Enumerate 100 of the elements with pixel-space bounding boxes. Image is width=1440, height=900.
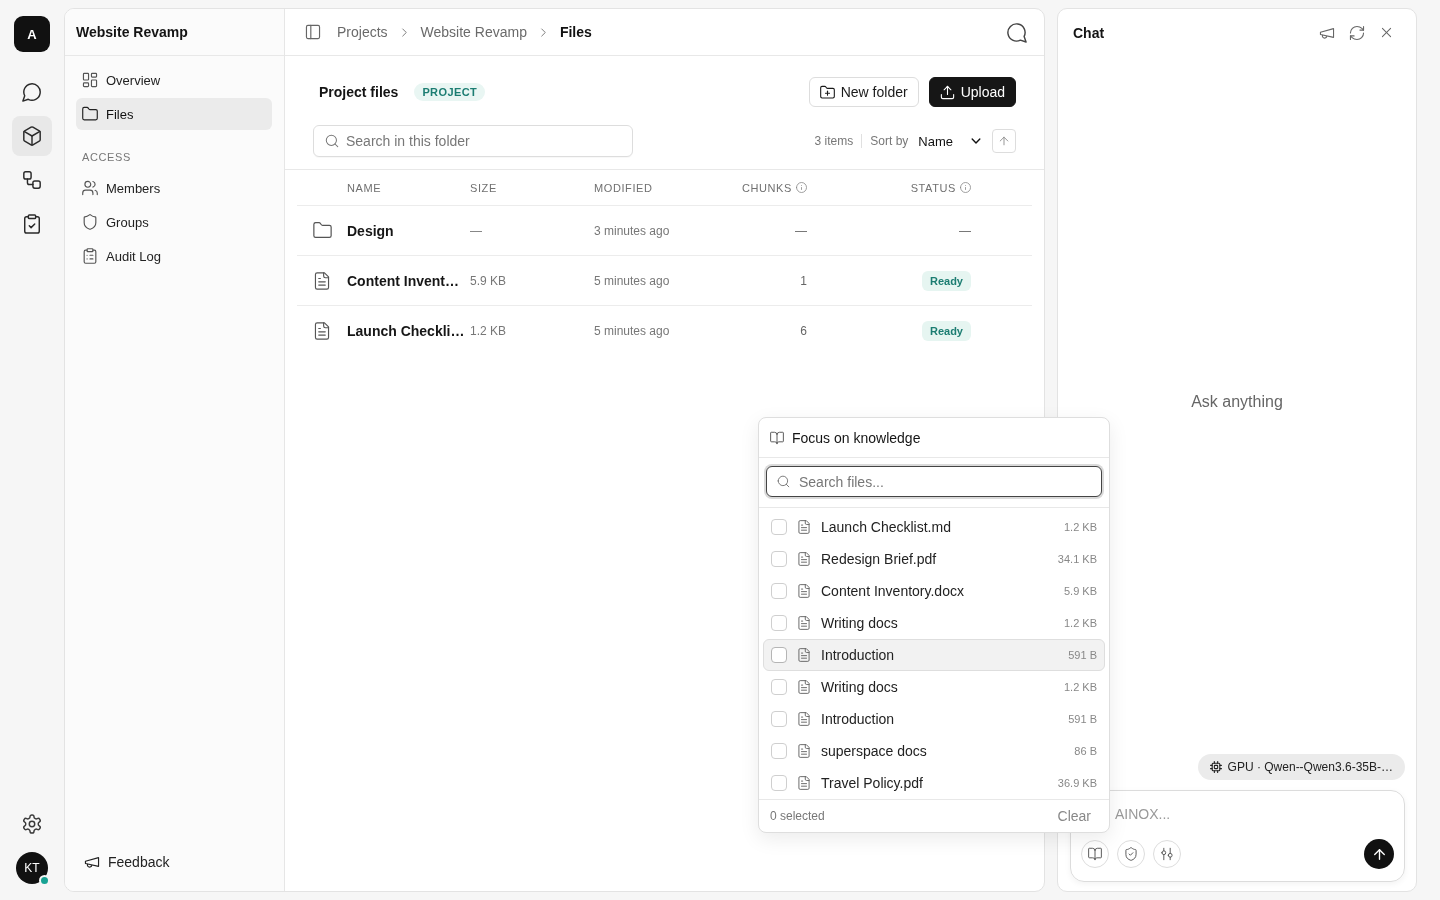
breadcrumb-item[interactable]: Projects [337,24,388,40]
file-icon [797,616,811,630]
file-size: 5.9 KB [1063,585,1097,597]
checkbox[interactable] [771,679,787,695]
checkbox[interactable] [771,711,787,727]
chunk-count: 6 [800,323,807,338]
workflow-icon [22,170,42,190]
file-option[interactable]: Introduction 591 B [763,639,1105,671]
book-icon [770,430,784,445]
sidebar-item[interactable]: Members [76,172,272,204]
sidebar-item[interactable]: Files [76,98,272,130]
file-name: Writing docs [821,615,898,631]
users-icon [82,180,98,196]
app-logo[interactable]: A [14,16,50,52]
sidebar-item[interactable]: Audit Log [76,240,272,272]
checkbox[interactable] [771,647,787,663]
file-search-field[interactable]: Search files... [766,466,1102,497]
checkbox[interactable] [771,615,787,631]
file-icon [797,744,811,758]
checkbox[interactable] [771,743,787,759]
composer-tool-button[interactable] [1153,840,1181,868]
book-icon [1088,847,1102,861]
file-icon [313,321,331,340]
composer-tool-button[interactable] [1081,840,1109,868]
folder-plus-icon [819,84,835,100]
message-input[interactable]: AINOX... [1115,803,1394,825]
modified-time: 5 minutes ago [594,323,670,338]
clear-button[interactable]: Clear [1057,808,1091,824]
file-size: 1.2 KB [1063,681,1097,693]
file-option[interactable]: Travel Policy.pdf 36.9 KB [763,767,1105,799]
search-icon [325,134,339,148]
status-text: — [959,223,971,238]
new-folder-button[interactable]: New folder [808,77,919,107]
chat-title: Chat [1073,24,1105,41]
file-option[interactable]: Writing docs 1.2 KB [763,671,1105,703]
sidebar-item[interactable]: Overview [76,64,272,96]
grid-icon [82,72,98,88]
close-icon[interactable] [1379,25,1394,40]
folder-icon [312,221,332,240]
arrow-up-icon [998,135,1010,147]
file-size: 34.1 KB [1057,553,1097,565]
upload-button[interactable]: Upload [928,77,1016,107]
file-icon [313,271,331,290]
breadcrumb-item: Files [559,24,592,40]
search-field[interactable]: Search in this folder [313,125,633,157]
file-option[interactable]: Introduction 591 B [763,703,1105,735]
sliders-icon [1160,847,1174,861]
file-name: superspace docs [821,743,927,759]
modified-time: 3 minutes ago [594,223,670,238]
modified-time: 5 minutes ago [594,273,670,288]
file-name[interactable]: Launch Checkli… [347,322,465,339]
sort-label: Sort by [870,134,909,148]
info-icon [796,182,807,193]
checkbox[interactable] [771,551,787,567]
file-option[interactable]: Writing docs 1.2 KB [763,607,1105,639]
file-name[interactable]: Design [347,222,394,239]
sidebar-item[interactable]: Groups [76,206,272,238]
file-size: 86 B [1074,745,1097,757]
model-selector[interactable]: GPU · Qwen--Qwen3.6-35B-… [1197,754,1405,780]
file-size: 1.2 KB [1063,521,1097,533]
settings-icon[interactable] [22,814,42,834]
checkbox[interactable] [771,519,787,535]
cube-icon [22,126,42,146]
folder-icon [82,106,98,122]
info-icon [960,182,971,193]
file-name: Introduction [821,711,895,727]
sort-dropdown[interactable]: Name [918,133,983,149]
refresh-icon[interactable] [1349,24,1365,41]
nav-rail-button[interactable] [12,116,52,156]
file-option[interactable]: Content Inventory.docx 5.9 KB [763,575,1105,607]
feedback-button[interactable]: Feedback [76,846,178,878]
chat-bubble-icon[interactable] [1006,21,1027,43]
checkbox[interactable] [771,775,787,791]
shield-check-icon [1124,847,1138,861]
composer-tool-button[interactable] [1117,840,1145,868]
chunk-count: 1 [800,273,807,288]
send-button[interactable] [1364,839,1394,869]
file-option[interactable]: Launch Checklist.md 1.2 KB [763,511,1105,543]
file-name: Writing docs [821,679,898,695]
item-count: 3 items [814,134,854,148]
checkbox[interactable] [771,583,787,599]
clipboard-list-icon [82,248,98,264]
column-header: STATUS [910,181,956,194]
file-option[interactable]: superspace docs 86 B [763,735,1105,767]
column-header: MODIFIED [594,181,653,194]
file-size: 1.2 KB [470,323,507,338]
sidebar-toggle-icon[interactable] [305,24,321,40]
chip-icon [1209,761,1222,773]
section-heading: ACCESS [81,150,132,165]
file-icon [797,584,811,598]
section-title: Project files [319,84,399,100]
column-header: NAME [347,181,382,194]
file-name[interactable]: Content Invent… [347,272,459,289]
column-header: CHUNKS [741,181,792,194]
file-name: Introduction [821,647,895,663]
user-avatar[interactable]: KT [16,852,48,884]
breadcrumb-item[interactable]: Website Revamp [420,24,527,40]
file-icon [797,648,811,662]
file-size: 591 B [1068,713,1097,725]
file-option[interactable]: Redesign Brief.pdf 34.1 KB [763,543,1105,575]
